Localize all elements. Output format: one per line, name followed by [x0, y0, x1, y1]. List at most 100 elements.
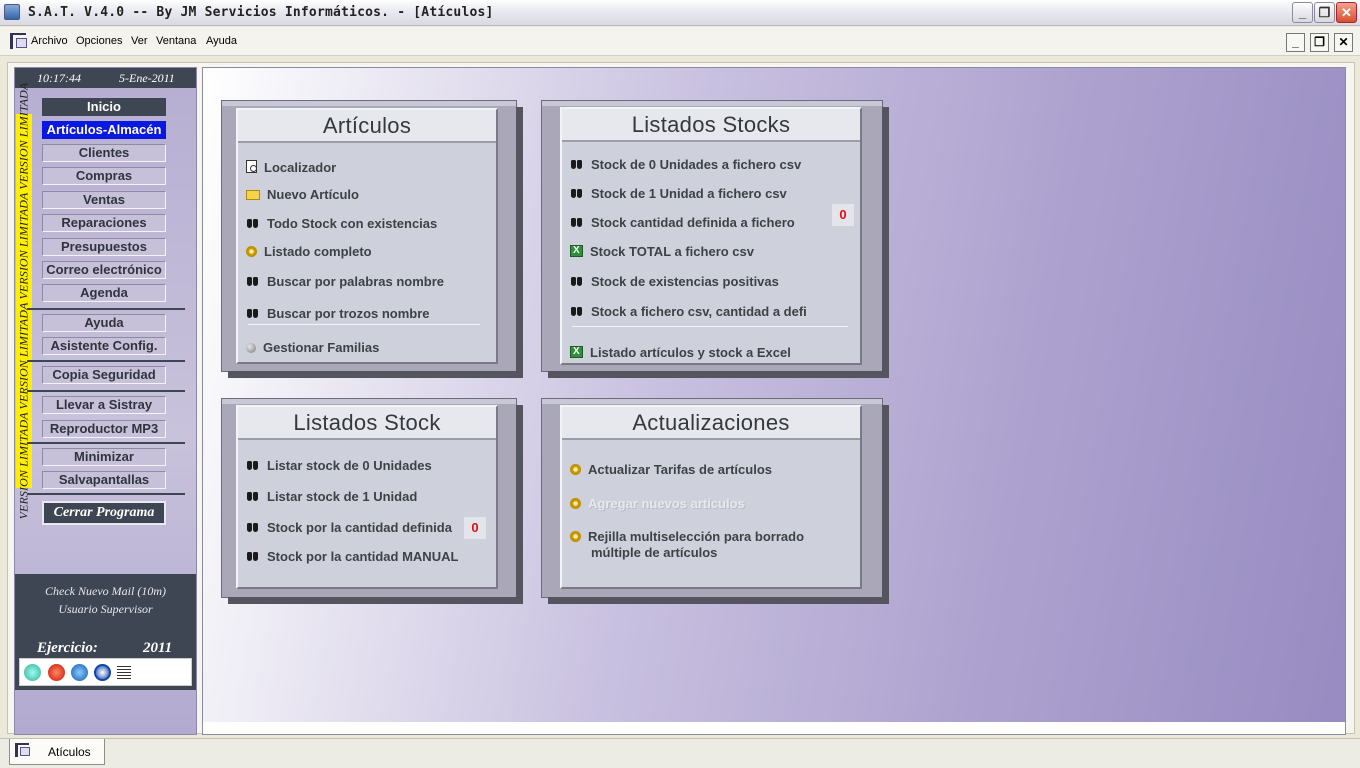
actualizaciones-card: Actualizaciones Actualizar Tarifas de ar…: [560, 405, 862, 589]
minimize-button[interactable]: _: [1292, 2, 1313, 23]
todo-stock-link[interactable]: Todo Stock con existencias: [246, 216, 437, 231]
folder-icon: [246, 190, 260, 200]
stock-1-csv-link[interactable]: Stock de 1 Unidad a fichero csv: [570, 186, 787, 201]
quantity-counter[interactable]: 0: [464, 517, 486, 539]
limited-version-text: VERSION LIMITADA VERSION LIMITADA VERSIO…: [16, 82, 31, 520]
divider: [572, 326, 848, 327]
gear-icon: [570, 531, 581, 542]
nav-reproductor-mp3[interactable]: Reproductor MP3: [42, 420, 166, 438]
sidebar-separator: [27, 308, 185, 310]
stock-cantidad-definida-link[interactable]: Stock cantidad definida a fichero: [570, 215, 795, 230]
restore-button[interactable]: ❐: [1314, 2, 1335, 23]
nav-ayuda[interactable]: Ayuda: [42, 314, 166, 332]
menu-opciones[interactable]: Opciones: [76, 35, 122, 47]
quantity-counter[interactable]: 0: [832, 204, 854, 226]
binoculars-icon: [570, 187, 584, 199]
exit-program-button[interactable]: Cerrar Programa: [42, 501, 166, 525]
nav-llevar-a-sistray[interactable]: Llevar a Sistray: [42, 396, 166, 414]
gear-icon: [246, 246, 257, 257]
nav-articulos-almacen[interactable]: Artículos-Almacén: [42, 121, 166, 139]
mdi-close-button[interactable]: ✕: [1334, 33, 1353, 52]
nav-agenda[interactable]: Agenda: [42, 284, 166, 302]
binoculars-icon: [570, 216, 584, 228]
stock-0-csv-link[interactable]: Stock de 0 Unidades a fichero csv: [570, 157, 801, 172]
network-icon[interactable]: [94, 664, 111, 681]
tab-articulos[interactable]: Atículos: [9, 739, 105, 765]
tab-articulos-label: Atículos: [48, 745, 91, 759]
listados-stock-panel: Listados Stock Listar stock de 0 Unidade…: [221, 398, 523, 604]
sidebar-separator: [27, 493, 185, 495]
listar-stock-1-link[interactable]: Listar stock de 1 Unidad: [246, 489, 417, 504]
nav-minimizar[interactable]: Minimizar: [42, 448, 166, 466]
rejilla-multiseleccion-line2[interactable]: múltiple de artículos: [591, 545, 717, 560]
magnifier-document-icon: [246, 160, 257, 173]
menu-ver[interactable]: Ver: [131, 35, 148, 47]
menu-ayuda[interactable]: Ayuda: [206, 35, 237, 47]
mdi-restore-button[interactable]: ❐: [1310, 33, 1329, 52]
localizador-link[interactable]: Localizador: [246, 160, 336, 175]
limited-version-stripe: VERSION LIMITADA VERSION LIMITADA VERSIO…: [16, 83, 32, 519]
sidebar-separator: [27, 390, 185, 392]
document-window-icon[interactable]: [10, 33, 27, 49]
buscar-trozos-link[interactable]: Buscar por trozos nombre: [246, 306, 430, 321]
stock-cantidad-definida-report-link[interactable]: Stock por la cantidad definida: [246, 520, 452, 535]
nav-inicio[interactable]: Inicio: [42, 98, 166, 116]
current-user: Usuario Supervisor: [58, 602, 153, 616]
signal-icon[interactable]: [117, 666, 131, 680]
actualizaciones-title: Actualizaciones: [562, 407, 860, 440]
nav-presupuestos[interactable]: Presupuestos: [42, 238, 166, 256]
nav-reparaciones[interactable]: Reparaciones: [42, 214, 166, 232]
listado-excel-link[interactable]: Listado artículos y stock a Excel: [570, 345, 791, 360]
binoculars-icon: [246, 550, 260, 562]
close-button[interactable]: ✕: [1336, 2, 1357, 23]
stock-csv-cantidad-link[interactable]: Stock a fichero csv, cantidad a defi: [570, 304, 807, 319]
divider: [248, 324, 480, 325]
menu-ventana[interactable]: Ventana: [156, 35, 196, 47]
mdi-minimize-button[interactable]: _: [1286, 33, 1305, 52]
clock-time: 10:17:44: [37, 71, 81, 85]
nav-clientes[interactable]: Clientes: [42, 144, 166, 162]
messenger-icon[interactable]: [24, 664, 41, 681]
nav-correo-electronico[interactable]: Correo electrónico: [42, 261, 166, 279]
excel-icon: [570, 245, 583, 257]
stock-total-csv-link[interactable]: Stock TOTAL a fichero csv: [570, 244, 754, 259]
document-window-icon: [15, 743, 30, 757]
binoculars-icon: [570, 158, 584, 170]
agregar-articulos-link[interactable]: Agregar nuevos artículos: [570, 496, 745, 511]
nav-compras[interactable]: Compras: [42, 167, 166, 185]
clock-bar: 10:17:44 5-Ene-2011: [15, 68, 196, 88]
quick-launch-tray: [19, 658, 192, 686]
nav-copia-seguridad[interactable]: Copia Seguridad: [42, 366, 166, 384]
sphere-icon: [246, 343, 256, 353]
listado-completo-link[interactable]: Listado completo: [246, 244, 372, 259]
stock-cantidad-manual-link[interactable]: Stock por la cantidad MANUAL: [246, 549, 458, 564]
nuevo-articulo-link[interactable]: Nuevo Artículo: [246, 187, 359, 202]
nav-ventas[interactable]: Ventas: [42, 191, 166, 209]
binoculars-icon: [246, 521, 260, 533]
listados-stock-card: Listados Stock Listar stock de 0 Unidade…: [236, 405, 498, 589]
articulos-panel: Artículos Localizador Nuevo Artículo Tod…: [221, 100, 523, 378]
window-tab-bar: [0, 738, 1360, 768]
window-title: S.A.T. V.4.0 -- By JM Servicios Informát…: [28, 5, 494, 20]
stock-existencias-positivas-link[interactable]: Stock de existencias positivas: [570, 274, 779, 289]
alarm-icon[interactable]: [48, 664, 65, 681]
listados-stock-title: Listados Stock: [238, 407, 496, 440]
buscar-palabras-link[interactable]: Buscar por palabras nombre: [246, 274, 444, 289]
gestionar-familias-link[interactable]: Gestionar Familias: [246, 340, 379, 355]
listar-stock-0-link[interactable]: Listar stock de 0 Unidades: [246, 458, 432, 473]
sidebar: 10:17:44 5-Ene-2011 VERSION LIMITADA VER…: [14, 67, 197, 735]
actualizar-tarifas-link[interactable]: Actualizar Tarifas de artículos: [570, 462, 772, 477]
browser-icon[interactable]: [71, 664, 88, 681]
fiscal-year-value: 2011: [143, 640, 173, 656]
binoculars-icon: [570, 305, 584, 317]
binoculars-icon: [246, 217, 260, 229]
gear-icon: [570, 498, 581, 509]
nav-salvapantallas[interactable]: Salvapantallas: [42, 471, 166, 489]
app-icon[interactable]: [4, 4, 20, 20]
listados-stocks-title: Listados Stocks: [562, 109, 860, 142]
rejilla-multiseleccion-link[interactable]: Rejilla multiselección para borrado: [570, 529, 804, 544]
menu-archivo[interactable]: Archivo: [31, 35, 68, 47]
binoculars-icon: [246, 275, 260, 287]
binoculars-icon: [246, 490, 260, 502]
nav-asistente-config[interactable]: Asistente Config.: [42, 337, 166, 355]
